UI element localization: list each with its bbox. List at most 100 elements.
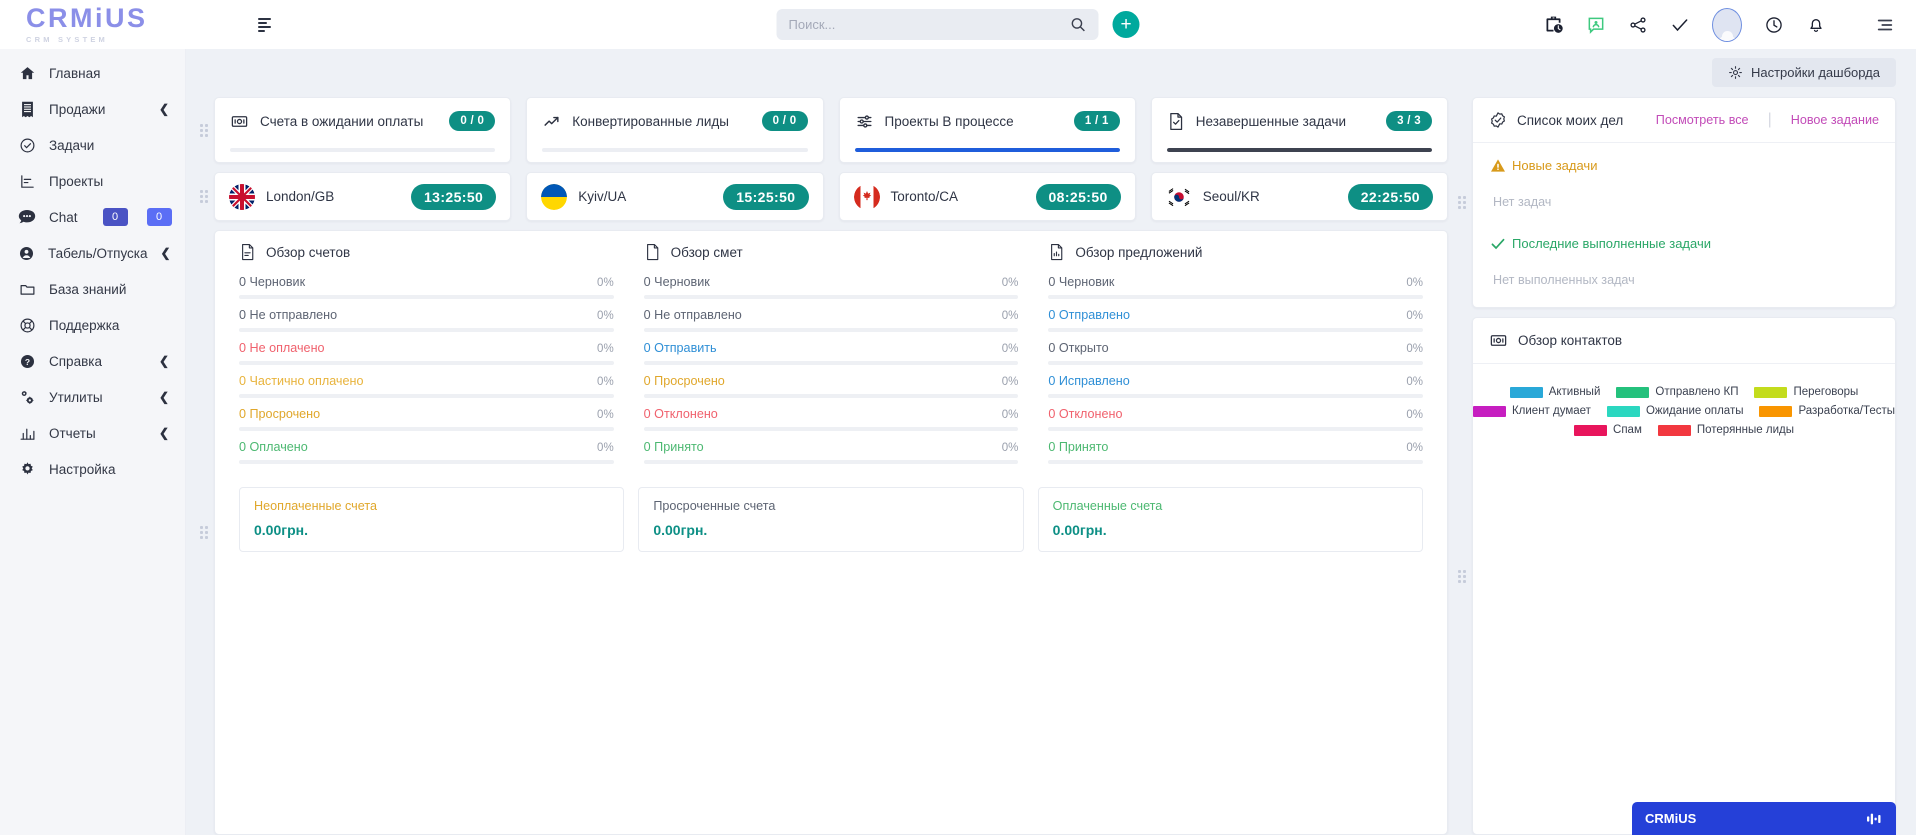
clock-city: Seoul/KR [1202, 189, 1260, 204]
avatar[interactable] [1712, 7, 1742, 42]
overview-item[interactable]: 0 Отклонено 0% [643, 407, 1019, 431]
sidebar-item-support[interactable]: Поддержка [0, 307, 185, 343]
overview-item[interactable]: 0 Отправлено 0% [1048, 308, 1424, 332]
chevron-left-icon[interactable]: ❮ [159, 354, 169, 368]
share-icon[interactable] [1628, 15, 1648, 35]
contact-card-icon[interactable] [1586, 15, 1606, 35]
sidebar-item-help[interactable]: ? Справка ❮ [0, 343, 185, 379]
search-box[interactable] [776, 9, 1099, 40]
status-badge: 1 / 1 [1073, 111, 1120, 131]
drag-handle[interactable] [200, 230, 210, 835]
overview-item[interactable]: 0 Черновик 0% [1048, 275, 1424, 299]
summary-card-overdue[interactable]: Просроченные счета 0.00грн. [638, 487, 1024, 552]
sidebar-label: Настройка [49, 461, 116, 477]
chat-badge-total[interactable]: 0 [146, 208, 172, 226]
summary-card-paid[interactable]: Оплаченные счета 0.00грн. [1037, 487, 1423, 552]
overview-item[interactable]: 0 Принято 0% [643, 440, 1019, 464]
clock-card-london[interactable]: London/GB 13:25:50 [214, 172, 512, 221]
stat-card-projects-in-progress[interactable]: Проекты В процессе 1 / 1 [838, 97, 1136, 163]
search-input[interactable] [788, 17, 1070, 32]
sidebar-item-projects[interactable]: Проекты [0, 163, 185, 199]
legend-item[interactable]: Ожидание оплаты [1606, 405, 1744, 417]
legend-swatch [1657, 424, 1691, 436]
clock-icon[interactable] [1764, 15, 1784, 35]
chevron-left-icon[interactable]: ❮ [159, 102, 169, 116]
legend-item[interactable]: Активный [1509, 386, 1600, 398]
flag-ua-icon [541, 183, 568, 210]
sidebar-item-reports[interactable]: Отчеты ❮ [0, 415, 185, 451]
chat-badge-unread[interactable]: 0 [102, 208, 128, 226]
legend-item[interactable]: Разработка/Тесты [1759, 405, 1895, 417]
legend-item[interactable]: Переговоры [1754, 386, 1858, 398]
chevron-left-icon[interactable]: ❮ [161, 246, 171, 260]
doc-blank-icon [644, 243, 661, 261]
legend-item[interactable]: Клиент думает [1472, 405, 1591, 417]
overview-item[interactable]: 0 Просрочено 0% [643, 374, 1019, 398]
sidebar-item-knowledge-base[interactable]: База знаний [0, 271, 185, 307]
stat-card-incomplete-tasks[interactable]: Незавершенные задачи 3 / 3 [1150, 97, 1448, 163]
menu-icon[interactable] [258, 17, 271, 32]
sidebar-item-chat[interactable]: Chat 0 0 [0, 199, 185, 235]
overview-item[interactable]: 0 Отправить 0% [643, 341, 1019, 365]
clock-card-seoul[interactable]: Seoul/KR 22:25:50 [1150, 172, 1448, 221]
overview-item[interactable]: 0 Просрочено 0% [239, 407, 614, 431]
dashboard-settings-label: Настройки дашборда [1750, 65, 1880, 80]
todo-new-label: Новые задачи [1512, 158, 1598, 173]
drag-handle[interactable] [200, 97, 210, 163]
overview-percent: 0% [1001, 310, 1019, 322]
briefcase-clock-icon[interactable] [1543, 14, 1564, 35]
overview-track [1048, 394, 1424, 398]
search-icon[interactable] [1070, 16, 1087, 33]
add-button[interactable]: + [1112, 11, 1140, 38]
overview-item[interactable]: 0 Принято 0% [1048, 440, 1424, 464]
stat-card-pending-invoices[interactable]: Счета в ожидании оплаты 0 / 0 [214, 97, 512, 163]
legend-item[interactable]: Потерянные лиды [1657, 424, 1794, 436]
sidebar-item-timesheet[interactable]: Табель/Отпуска ❮ [0, 235, 185, 271]
sidebar-item-sales[interactable]: Продажи ❮ [0, 91, 185, 127]
legend-item[interactable]: Спам [1574, 424, 1642, 436]
todo-view-all-link[interactable]: Посмотреть все [1656, 113, 1749, 127]
sidebar-item-tasks[interactable]: Задачи [0, 127, 185, 163]
chat-bottom-bar[interactable]: CRMiUS [1632, 802, 1896, 835]
drag-handle[interactable] [200, 172, 210, 221]
overview-label: 0 Оплачено [239, 440, 308, 454]
check-icon[interactable] [1670, 15, 1690, 35]
list-menu-icon[interactable] [1876, 17, 1894, 33]
chevron-left-icon[interactable]: ❮ [159, 390, 169, 404]
check-badge-icon [1489, 111, 1507, 129]
sidebar-item-utilities[interactable]: Утилиты ❮ [0, 379, 185, 415]
overview-item[interactable]: 0 Черновик 0% [643, 275, 1019, 299]
todo-new-task-link[interactable]: Новое задание [1791, 113, 1879, 127]
gear-icon [18, 461, 36, 478]
chevron-left-icon[interactable]: ❮ [159, 426, 169, 440]
chat-bars-icon[interactable] [1867, 812, 1883, 826]
drag-handle[interactable] [1458, 317, 1468, 835]
stat-title: Проекты В процессе [884, 113, 1014, 129]
bell-icon[interactable] [1806, 15, 1826, 35]
clock-card-toronto[interactable]: Toronto/CA 08:25:50 [838, 172, 1136, 221]
overview-item[interactable]: 0 Частично оплачено 0% [239, 374, 614, 398]
overview-item[interactable]: 0 Не отправлено 0% [239, 308, 614, 332]
brand-logo-block[interactable]: CRMiUS CRM SYSTEM [0, 5, 228, 45]
overview-item[interactable]: 0 Оплачено 0% [239, 440, 614, 464]
overview-item[interactable]: 0 Не оплачено 0% [239, 341, 614, 365]
overview-item[interactable]: 0 Черновик 0% [239, 275, 614, 299]
overview-item[interactable]: 0 Отклонено 0% [1048, 407, 1424, 431]
clock-card-kyiv[interactable]: Kyiv/UA 15:25:50 [526, 172, 824, 221]
stat-card-converted-leads[interactable]: Конвертированные лиды 0 / 0 [526, 97, 824, 163]
overview-label: 0 Принято [643, 440, 704, 454]
overview-track [643, 394, 1019, 398]
legend-item[interactable]: Отправлено КП [1616, 386, 1738, 398]
summary-card-unpaid[interactable]: Неоплаченные счета 0.00грн. [239, 487, 625, 552]
overview-percent: 0% [597, 409, 614, 421]
dashboard-settings-button[interactable]: Настройки дашборда [1711, 58, 1896, 87]
sidebar-item-settings[interactable]: Настройка [0, 451, 185, 487]
overview-item[interactable]: 0 Не отправлено 0% [643, 308, 1019, 332]
legend-label: Ожидание оплаты [1645, 405, 1744, 417]
main-content: Настройки дашборда Счета в ожидании опла… [186, 49, 1916, 835]
overview-item[interactable]: 0 Открыто 0% [1048, 341, 1424, 365]
sidebar-item-home[interactable]: Главная [0, 55, 185, 91]
drag-handle[interactable] [1458, 97, 1468, 308]
overview-item[interactable]: 0 Исправлено 0% [1048, 374, 1424, 398]
overview-percent: 0% [1001, 376, 1019, 388]
